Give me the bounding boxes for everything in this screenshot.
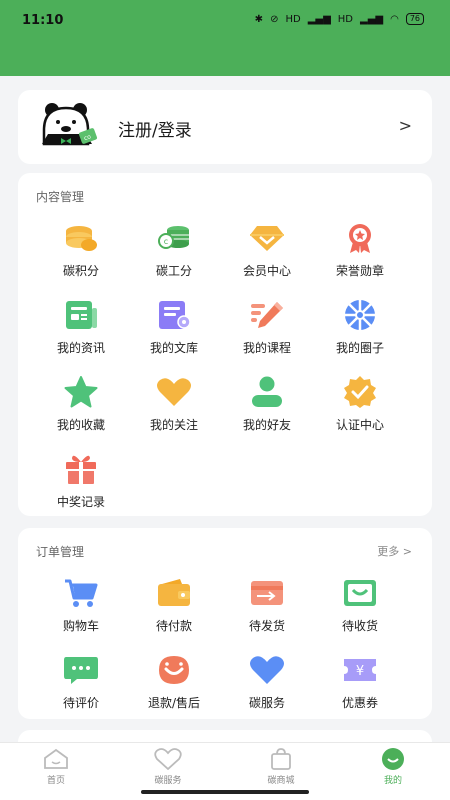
grid-item-my-friends[interactable]: 我的好友	[221, 372, 313, 434]
grid-label: 待收货	[341, 619, 378, 633]
grid-item-member-center[interactable]: 会员中心	[221, 218, 313, 280]
order-item-pending-payment[interactable]: 待付款	[128, 573, 220, 635]
diamond-icon	[250, 226, 284, 251]
home-icon	[44, 748, 68, 769]
content-management-card: 内容管理 碳积分 c 碳工分 会员中心 荣誉勋章 我的资讯 我的文库 我的课程 …	[18, 173, 432, 516]
order-management-card: 订单管理 更多 > 购物车 待付款 待发货 待收货 待评价 退款/售后 碳服务 …	[18, 528, 432, 719]
grid-label: 我的收藏	[56, 418, 105, 432]
grid-label: 我的关注	[149, 418, 198, 432]
grid-item-certification[interactable]: 认证中心	[314, 372, 406, 434]
grid-label: 我的好友	[242, 418, 291, 432]
grid-item-honor-medal[interactable]: 荣誉勋章	[314, 218, 406, 280]
status-time: 11:10	[22, 13, 64, 28]
login-label: 注册/登录	[118, 121, 192, 141]
heart-outline-icon	[154, 748, 182, 770]
signal-icon: ▂▄▆	[307, 13, 331, 25]
grid-item-my-follows[interactable]: 我的关注	[128, 372, 220, 434]
heart-blue-icon	[250, 656, 284, 684]
tab-label: 首页	[46, 776, 65, 786]
library-icon	[159, 301, 191, 329]
tab-label: 碳商城	[267, 776, 295, 786]
content-section-title: 内容管理	[36, 190, 85, 204]
bear-avatar-icon: co	[42, 103, 98, 146]
grid-label: 优惠券	[341, 696, 378, 710]
more-link[interactable]: 更多 >	[377, 543, 412, 559]
grid-item-my-courses[interactable]: 我的课程	[221, 295, 313, 357]
battery-icon: 76	[405, 13, 424, 25]
grid-label: 荣誉勋章	[335, 264, 384, 278]
tab-label: 碳服务	[154, 776, 182, 786]
home-indicator[interactable]	[141, 790, 309, 794]
bag-icon	[344, 580, 376, 606]
order-item-pending-review[interactable]: 待评价	[35, 650, 127, 712]
cart-icon	[65, 579, 98, 607]
grid-label: 我的文库	[149, 341, 198, 355]
tab-home[interactable]: 首页	[16, 747, 96, 786]
heart-icon	[157, 378, 191, 406]
svg-text:c: c	[164, 237, 168, 246]
wifi-icon: ◠	[390, 13, 399, 25]
chevron-right-icon: >	[398, 116, 412, 135]
tab-carbon-mall[interactable]: 碳商城	[241, 747, 321, 786]
login-card[interactable]: co 注册/登录 >	[18, 90, 432, 164]
shop-bag-icon	[271, 748, 291, 770]
mute-icon: ⊘	[270, 13, 279, 25]
pen-icon	[251, 302, 283, 328]
grid-label: 待发货	[248, 619, 285, 633]
tab-carbon-service[interactable]: 碳服务	[128, 747, 208, 786]
medal-icon	[349, 224, 371, 253]
header-bar: 11:10 ✱ ⊘ HD ▂▄▆ HD ▂▄▆ ◠ 76	[0, 0, 450, 76]
coupon-icon: ¥	[344, 659, 376, 681]
grid-label: 待评价	[62, 696, 99, 710]
gift-icon	[66, 455, 96, 484]
signal-label-2: HD	[337, 13, 353, 25]
grid-label: 退款/售后	[147, 696, 201, 710]
signal-icon-2: ▂▄▆	[360, 13, 384, 25]
grid-label: 我的课程	[242, 341, 291, 355]
bluetooth-icon: ✱	[254, 13, 264, 25]
order-item-carbon-service[interactable]: 碳服务	[221, 650, 313, 712]
card-send-icon	[251, 581, 283, 605]
grid-item-my-library[interactable]: 我的文库	[128, 295, 220, 357]
badge-check-icon	[344, 376, 376, 408]
order-item-pending-receipt[interactable]: 待收货	[314, 573, 406, 635]
order-item-cart[interactable]: 购物车	[35, 573, 127, 635]
grid-item-my-news[interactable]: 我的资讯	[35, 295, 127, 357]
status-icons: ✱ ⊘ HD ▂▄▆ HD ▂▄▆ ◠ 76	[255, 13, 424, 25]
star-icon	[64, 376, 98, 408]
grid-item-carbon-work[interactable]: c 碳工分	[128, 218, 220, 280]
aperture-icon	[345, 300, 375, 330]
tab-label: 我的	[383, 776, 402, 786]
grid-label: 待付款	[155, 619, 192, 633]
grid-item-my-circle[interactable]: 我的圈子	[314, 295, 406, 357]
grid-item-carbon-points[interactable]: 碳积分	[35, 218, 127, 280]
signal-label-1: HD	[285, 13, 301, 25]
grid-item-prize-records[interactable]: 中奖记录	[35, 449, 127, 511]
news-icon	[66, 301, 97, 329]
grid-label: 我的圈子	[335, 341, 384, 355]
comment-icon	[64, 657, 98, 684]
grid-label: 中奖记录	[56, 495, 105, 509]
coin-stack-icon: c	[158, 226, 189, 249]
wallet-icon	[158, 579, 190, 606]
order-item-pending-shipment[interactable]: 待发货	[221, 573, 313, 635]
grid-label: 我的资讯	[56, 341, 105, 355]
grid-label: 认证中心	[335, 418, 384, 432]
order-item-coupon[interactable]: ¥ 优惠券	[314, 650, 406, 712]
svg-text:¥: ¥	[356, 664, 364, 679]
order-item-refund[interactable]: 退款/售后	[128, 650, 220, 712]
grid-label: 碳积分	[62, 264, 99, 278]
coins-icon	[66, 226, 97, 251]
smile-icon	[159, 656, 189, 684]
grid-label: 购物车	[62, 619, 99, 633]
grid-label: 碳工分	[155, 264, 192, 278]
profile-icon	[382, 748, 404, 770]
order-section-title: 订单管理	[36, 545, 85, 559]
tab-mine[interactable]: 我的	[353, 747, 433, 786]
grid-label: 碳服务	[248, 696, 285, 710]
grid-item-my-favorites[interactable]: 我的收藏	[35, 372, 127, 434]
person-icon	[252, 376, 282, 407]
grid-label: 会员中心	[242, 264, 291, 278]
